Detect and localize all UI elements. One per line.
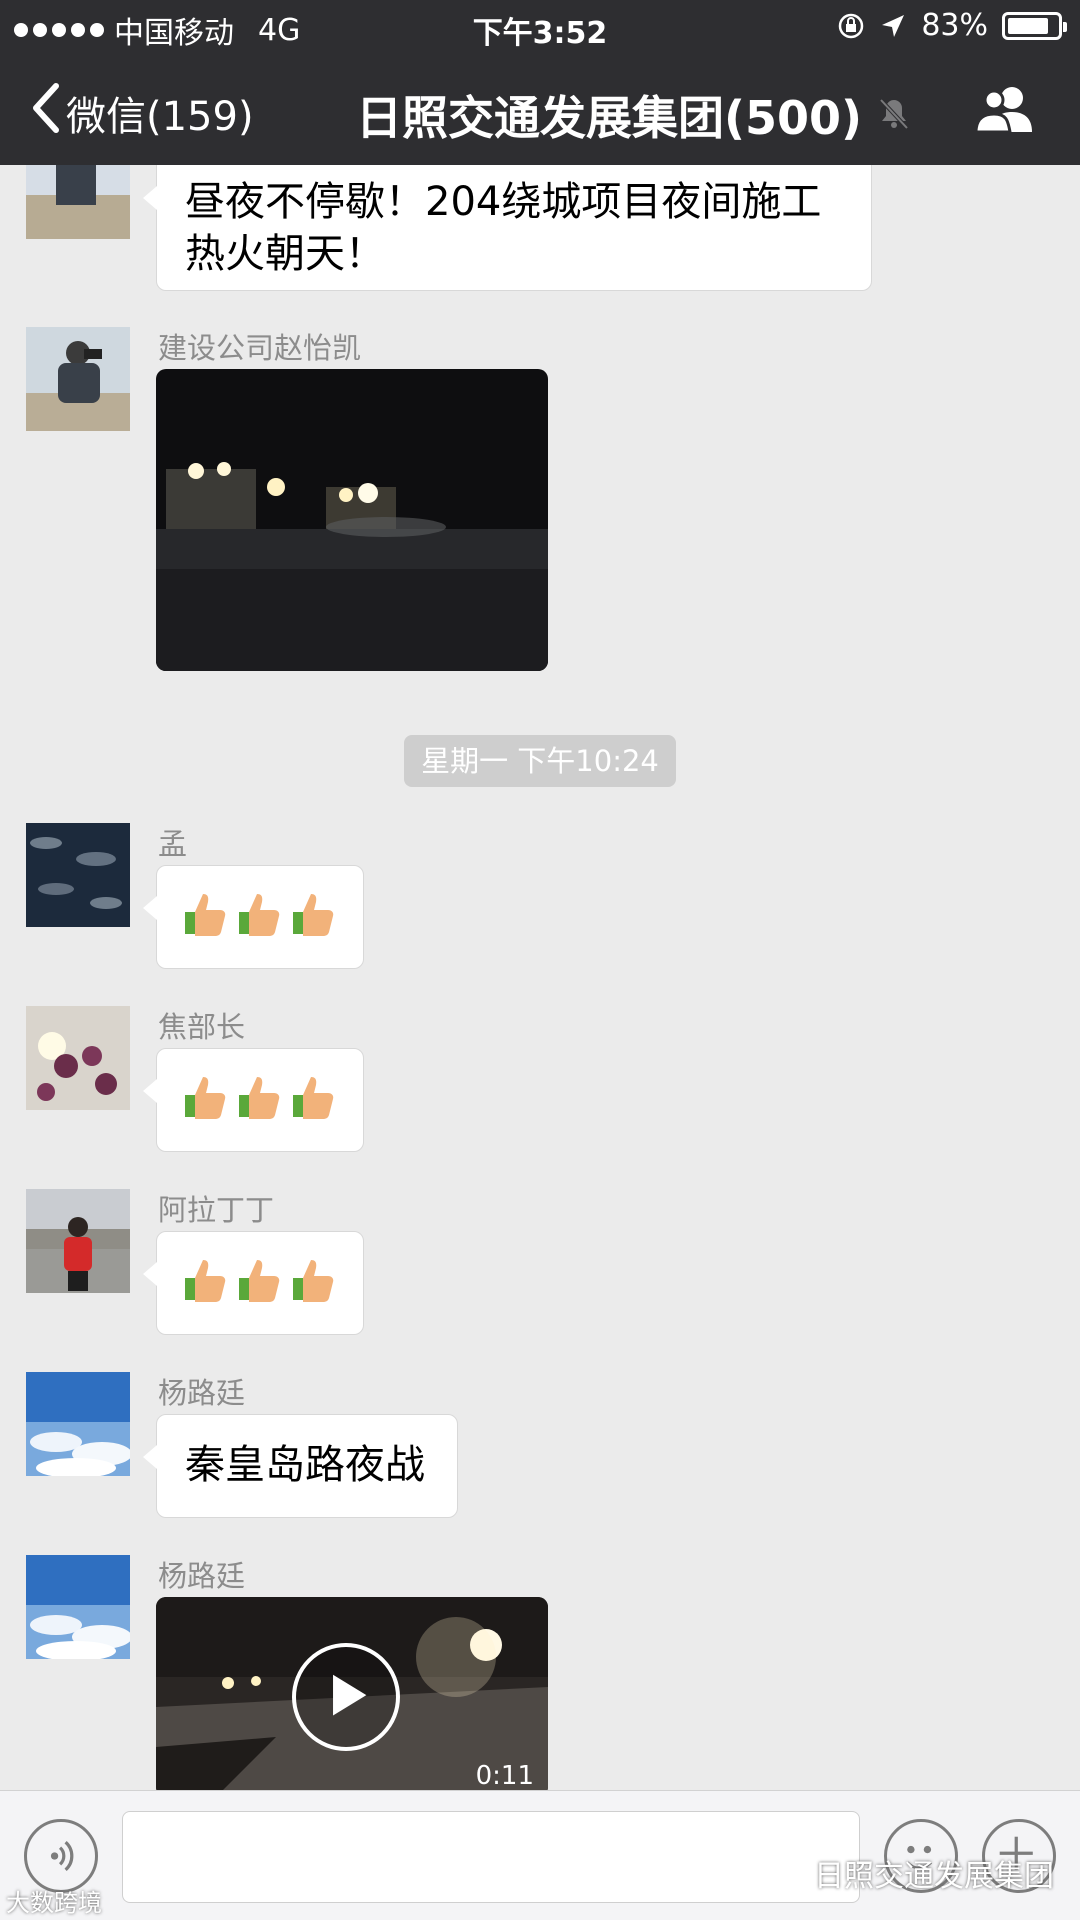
thumbs-up-icon bbox=[291, 1073, 337, 1125]
bell-muted-icon bbox=[876, 88, 912, 142]
emoji-message[interactable] bbox=[143, 1048, 364, 1152]
chat-title-text: 日照交通发展集团(500) bbox=[356, 91, 863, 145]
message-bubble[interactable]: 秦皇岛路夜战 bbox=[143, 1414, 458, 1518]
back-button[interactable]: 微信(159) bbox=[28, 82, 254, 144]
time-divider: 星期一 下午10:24 bbox=[404, 735, 676, 787]
message-text-line: 昼夜不停歇！204绕城项目夜间施工 bbox=[185, 179, 822, 225]
chevron-left-icon bbox=[28, 82, 62, 144]
group-members-icon[interactable] bbox=[974, 84, 1036, 138]
wechat-logo-icon bbox=[768, 1853, 808, 1893]
message-input[interactable] bbox=[122, 1811, 860, 1903]
sender-name: 焦部长 bbox=[158, 1010, 246, 1044]
thumbs-up-icon bbox=[291, 1256, 337, 1308]
thumbs-up-icon bbox=[183, 1256, 229, 1308]
avatar[interactable] bbox=[26, 327, 130, 431]
thumbs-up-icon bbox=[237, 890, 283, 942]
avatar[interactable] bbox=[26, 165, 130, 239]
avatar[interactable] bbox=[26, 1189, 130, 1293]
avatar[interactable] bbox=[26, 1006, 130, 1110]
corner-watermark: 大数跨境 bbox=[6, 1889, 102, 1917]
avatar[interactable] bbox=[26, 1372, 130, 1476]
avatar[interactable] bbox=[26, 1555, 130, 1659]
thumbs-up-group bbox=[157, 1232, 363, 1332]
thumbs-up-icon bbox=[237, 1073, 283, 1125]
play-icon bbox=[333, 1674, 367, 1716]
thumbs-up-group bbox=[157, 1049, 363, 1149]
sender-name: 孟 bbox=[158, 827, 188, 861]
status-right: 83% bbox=[837, 8, 1067, 43]
emoji-message[interactable] bbox=[143, 1231, 364, 1335]
message-bubble[interactable]: 昼夜不停歇！204绕城项目夜间施工 热火朝天！ bbox=[143, 165, 872, 291]
rotation-lock-icon bbox=[837, 12, 865, 40]
play-button[interactable] bbox=[292, 1643, 400, 1751]
avatar[interactable] bbox=[26, 823, 130, 927]
thumbs-up-icon bbox=[183, 1073, 229, 1125]
photo-message[interactable] bbox=[156, 369, 548, 671]
nav-bar: 微信(159) 日照交通发展集团(500) bbox=[0, 62, 1080, 162]
sender-name: 建设公司赵怡凯 bbox=[158, 331, 362, 365]
thumbs-up-icon bbox=[237, 1256, 283, 1308]
battery-percent: 83% bbox=[921, 8, 988, 43]
thumbs-up-group bbox=[157, 866, 363, 966]
message-text: 秦皇岛路夜战 bbox=[185, 1442, 425, 1488]
battery-fill bbox=[1008, 17, 1048, 34]
watermark-text: 日照交通发展集团 bbox=[814, 1859, 1054, 1894]
input-bar: 日照交通发展集团 大数跨境 bbox=[0, 1790, 1080, 1920]
emoji-message[interactable] bbox=[143, 865, 364, 969]
message-text-line: 热火朝天！ bbox=[185, 231, 385, 277]
sender-name: 杨路廷 bbox=[158, 1559, 246, 1593]
location-arrow-icon bbox=[879, 12, 907, 40]
battery-icon bbox=[1002, 11, 1067, 40]
sender-name: 阿拉丁丁 bbox=[158, 1193, 275, 1227]
back-label: 微信(159) bbox=[66, 94, 254, 140]
sender-name: 杨路廷 bbox=[158, 1376, 246, 1410]
thumbs-up-icon bbox=[291, 890, 337, 942]
video-message[interactable]: 0:11 bbox=[156, 1597, 548, 1790]
voice-icon[interactable] bbox=[24, 1819, 98, 1893]
thumbs-up-icon bbox=[183, 890, 229, 942]
chat-title: 日照交通发展集团(500) bbox=[356, 82, 912, 148]
top-bar: 中国移动 4G 下午3:52 83% 微信(159) 日照交通发展集团(500) bbox=[0, 0, 1080, 165]
watermark: 日照交通发展集团 bbox=[768, 1851, 1054, 1895]
chat-area[interactable]: 昼夜不停歇！204绕城项目夜间施工 热火朝天！ 建设公司赵怡凯 星期一 下午10… bbox=[0, 165, 1080, 1790]
video-duration: 0:11 bbox=[475, 1761, 534, 1790]
status-bar: 中国移动 4G 下午3:52 83% bbox=[0, 0, 1080, 52]
